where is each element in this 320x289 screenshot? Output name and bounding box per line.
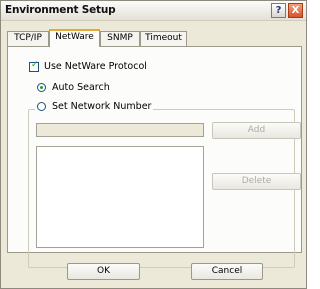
close-icon: X bbox=[291, 5, 300, 16]
set-network-number-radio-row[interactable]: Set Network Number bbox=[35, 101, 154, 112]
help-icon: ? bbox=[275, 5, 282, 16]
title-bar[interactable]: Environment Setup ? X bbox=[1, 1, 306, 21]
use-netware-protocol-label: Use NetWare Protocol bbox=[44, 61, 147, 72]
close-button[interactable]: X bbox=[288, 3, 303, 18]
delete-button[interactable]: Delete bbox=[212, 173, 301, 190]
tab-snmp[interactable]: SNMP bbox=[100, 31, 140, 46]
environment-setup-dialog: Environment Setup ? X TCP/IP NetWare SNM… bbox=[0, 0, 307, 289]
add-button[interactable]: Add bbox=[212, 122, 301, 139]
ok-button[interactable]: OK bbox=[67, 263, 140, 280]
use-netware-protocol-checkbox[interactable]: ✓ bbox=[29, 59, 39, 72]
window-title: Environment Setup bbox=[5, 4, 116, 16]
network-number-list[interactable] bbox=[36, 146, 204, 248]
help-button[interactable]: ? bbox=[271, 3, 286, 18]
checkmark-icon: ✓ bbox=[31, 59, 39, 70]
use-netware-protocol-checkbox-row[interactable]: ✓ Use NetWare Protocol bbox=[29, 59, 147, 72]
set-network-number-label: Set Network Number bbox=[52, 101, 152, 112]
tab-tcpip[interactable]: TCP/IP bbox=[7, 31, 49, 46]
auto-search-radio[interactable] bbox=[37, 83, 46, 92]
auto-search-label: Auto Search bbox=[52, 82, 110, 93]
network-number-input[interactable] bbox=[36, 123, 204, 137]
tab-timeout[interactable]: Timeout bbox=[140, 31, 187, 46]
cancel-button[interactable]: Cancel bbox=[191, 263, 263, 280]
auto-search-radio-row[interactable]: Auto Search bbox=[37, 82, 110, 93]
set-network-number-radio[interactable] bbox=[37, 102, 46, 111]
tab-netware[interactable]: NetWare bbox=[49, 29, 100, 47]
